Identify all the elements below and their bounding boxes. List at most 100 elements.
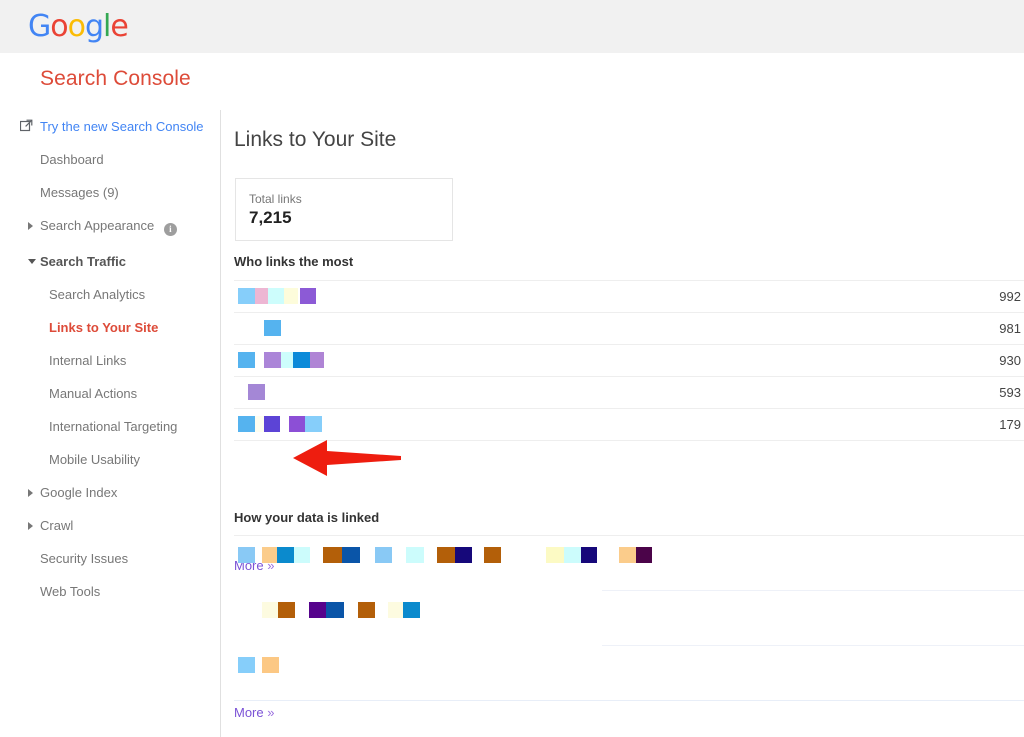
sidebar-item-dashboard[interactable]: Dashboard [0,143,220,176]
redacted-block [248,384,265,400]
sidebar-item-crawl[interactable]: Crawl [0,509,220,542]
sidebar-item-label: Search Appearance [40,218,155,233]
sidebar-item-label: Mobile Usability [49,452,141,467]
logo-letter-o1: o [50,9,68,44]
chevron-right-icon [28,222,33,230]
table-row[interactable] [234,645,1024,700]
table-row[interactable]: 992 [234,280,1024,312]
redacted-block [358,602,375,618]
redacted-block [309,602,326,618]
more-label: More [234,705,264,720]
redacted-block [403,602,420,618]
main-content: Links to Your Site Total links 7,215 Who… [221,110,1024,737]
table-row[interactable]: 930 [234,344,1024,376]
sidebar-item-security-issues[interactable]: Security Issues [0,542,220,575]
table-row[interactable]: 981 [234,312,1024,344]
redacted-block [342,547,360,563]
redacted-block [264,320,281,336]
sidebar-item-manual-actions[interactable]: Manual Actions [0,377,220,410]
top-bar: Google [0,0,1024,53]
who-links-the-most-table: 992 981 930 593 179 [234,280,1024,441]
section-title-how-your-data-is-linked: How your data is linked [234,510,380,525]
product-header: Search Console [0,53,1024,110]
sidebar-item-label: Web Tools [40,584,101,599]
row-link-count: 930 [999,353,1021,368]
sidebar: Try the new Search Console Dashboard Mes… [0,110,221,737]
redacted-block [293,352,310,368]
redacted-block [255,416,264,432]
annotation-arrow-icon [293,440,401,476]
chevron-right-icon [28,522,33,530]
sidebar-item-international-targeting[interactable]: International Targeting [0,410,220,443]
sidebar-item-label: Messages (9) [40,185,119,200]
redacted-block [262,602,278,618]
google-logo[interactable]: Google [28,9,129,44]
row-link-count: 992 [999,289,1021,304]
info-icon[interactable]: i [163,223,177,236]
sidebar-item-search-analytics[interactable]: Search Analytics [0,278,220,311]
table-row[interactable] [234,590,1024,645]
redacted-block [264,352,281,368]
sidebar-item-label: Search Traffic [40,254,126,269]
page-title: Links to Your Site [234,128,397,151]
redacted-block [278,602,295,618]
redacted-block [564,547,581,563]
more-chevron-icon: » [267,705,275,720]
redacted-block [262,657,279,673]
redacted-block [281,352,293,368]
sidebar-item-label: Try the new Search Console [40,119,204,134]
logo-letter-o2: o [67,9,86,44]
sidebar-item-label: Manual Actions [49,386,138,401]
external-link-icon [20,119,33,132]
total-links-label: Total links [249,192,302,206]
redacted-block [238,416,255,432]
total-links-value: 7,215 [249,208,292,227]
sidebar-item-label: Internal Links [49,353,127,368]
logo-letter-G: G [28,9,51,44]
redacted-block [326,602,344,618]
row-divider [234,700,1024,701]
row-link-count: 179 [999,417,1021,432]
redacted-block [238,352,255,368]
redacted-block [305,416,322,432]
redacted-block [455,547,472,563]
redacted-block [636,547,652,563]
redacted-block [388,602,403,618]
chevron-down-icon [28,259,36,264]
section-title-who-links-the-most: Who links the most [234,254,354,269]
sidebar-item-label: Crawl [40,518,74,533]
sidebar-item-label: International Targeting [49,419,178,434]
logo-letter-l: l [103,9,111,44]
redacted-block [255,288,268,304]
sidebar-item-internal-links[interactable]: Internal Links [0,344,220,377]
row-link-count: 981 [999,321,1021,336]
sidebar-item-label: Search Analytics [49,287,146,302]
redacted-block [264,416,280,432]
chevron-right-icon [28,489,33,497]
redacted-block [300,288,316,304]
sidebar-item-web-tools[interactable]: Web Tools [0,575,220,608]
sidebar-item-search-appearance[interactable]: Search Appearance i [0,209,220,245]
sidebar-item-search-traffic[interactable]: Search Traffic [0,245,220,278]
table-row[interactable] [234,535,1024,590]
redacted-block [238,657,255,673]
logo-letter-g: g [84,9,104,44]
table-row[interactable]: 593 [234,376,1024,408]
sidebar-item-google-index[interactable]: Google Index [0,476,220,509]
redacted-block [619,547,636,563]
sidebar-item-label: Dashboard [40,152,104,167]
more-link-how-your-data-is-linked[interactable]: More » [234,705,274,720]
redacted-block [484,547,501,563]
sidebar-item-label: Links to Your Site [49,320,159,335]
table-row[interactable]: 179 [234,408,1024,441]
row-divider [602,645,1024,646]
total-links-card: Total links 7,215 [235,178,453,241]
redacted-block [238,547,255,563]
redacted-block [375,547,392,563]
sidebar-item-messages[interactable]: Messages (9) [0,176,220,209]
how-your-data-is-linked-table [234,535,1024,701]
product-title[interactable]: Search Console [40,67,191,91]
sidebar-item-links-to-your-site[interactable]: Links to Your Site [0,311,220,344]
sidebar-item-mobile-usability[interactable]: Mobile Usability [0,443,220,476]
sidebar-item-try-new-search-console[interactable]: Try the new Search Console [0,110,220,143]
